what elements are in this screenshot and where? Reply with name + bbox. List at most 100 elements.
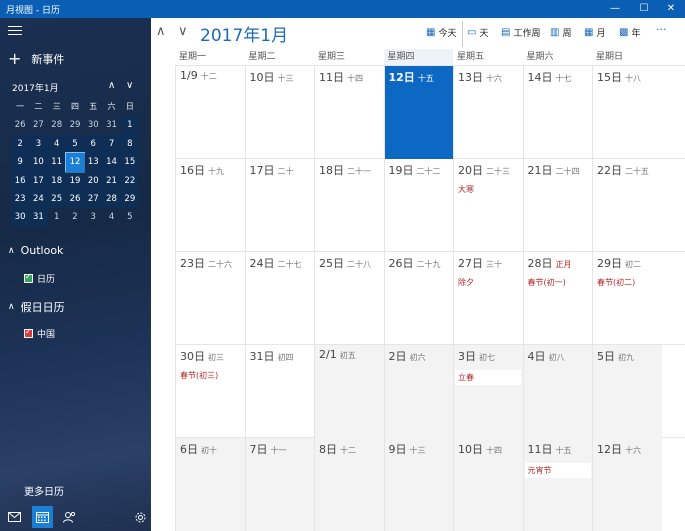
day-cell[interactable]: 8日 十二 (314, 438, 384, 531)
mini-day[interactable]: 28 (102, 189, 121, 209)
day-cell[interactable]: 5日 初九 (592, 345, 662, 438)
calendar-item-outlook[interactable]: 日历 (24, 272, 55, 285)
view-week-button[interactable]: ▥ 周 (550, 26, 571, 39)
mini-day-today[interactable]: 12 (64, 152, 86, 173)
mini-day[interactable]: 11 (47, 153, 66, 172)
day-cell[interactable]: 24日 二十七 (244, 252, 315, 345)
settings-gear-icon[interactable] (131, 506, 151, 528)
mini-day[interactable]: 10 (29, 153, 48, 172)
holiday-event[interactable]: 春节(初二) (597, 277, 658, 288)
mini-day[interactable]: 6 (84, 134, 103, 154)
day-cell[interactable]: 31日 初四 (244, 345, 315, 438)
mini-day[interactable]: 17 (29, 171, 48, 190)
day-cell[interactable]: 3日 初七 立春 (453, 345, 523, 438)
mail-icon[interactable] (4, 506, 24, 528)
view-workweek-button[interactable]: ▤ 工作周 (501, 26, 540, 39)
mini-day[interactable]: 23 (11, 189, 30, 209)
mini-day[interactable]: 1 (48, 208, 66, 226)
day-cell[interactable]: 18日 二十一 (314, 159, 384, 252)
mini-day[interactable]: 2 (66, 208, 84, 226)
holiday-event[interactable]: 春节(初三) (180, 370, 241, 381)
mini-day[interactable]: 4 (102, 208, 120, 226)
day-cell[interactable]: 17日 二十 (244, 159, 315, 252)
mini-calendar-month[interactable]: 2017年1月 (12, 84, 59, 94)
mini-day[interactable]: 26 (11, 116, 29, 134)
day-cell[interactable]: 1/9 十二 (175, 66, 245, 159)
day-cell[interactable]: 26日 二十九 (383, 252, 454, 345)
day-cell[interactable]: 20日 二十三 大寒 (453, 159, 523, 252)
mini-day[interactable]: 31 (102, 116, 120, 134)
hamburger-menu-icon[interactable] (8, 26, 22, 38)
day-cell[interactable]: 22日 二十五 (592, 159, 662, 252)
mini-day[interactable]: 9 (11, 153, 30, 172)
day-cell[interactable]: 27日 三十 除夕 (453, 252, 523, 345)
new-event-button[interactable]: + 新事件 (8, 50, 64, 68)
holiday-event[interactable]: 立春 (455, 370, 521, 385)
day-cell[interactable]: 25日 二十八 (314, 252, 384, 345)
day-cell[interactable]: 21日 二十四 (522, 159, 593, 252)
mini-day[interactable]: 20 (84, 171, 103, 190)
mini-day[interactable]: 27 (84, 189, 103, 209)
mini-day[interactable]: 3 (84, 208, 102, 226)
mini-day[interactable]: 26 (65, 189, 85, 209)
holiday-event[interactable]: 大寒 (458, 184, 519, 195)
mini-day[interactable]: 22 (120, 171, 139, 190)
mini-day[interactable]: 21 (102, 171, 121, 190)
mini-day[interactable]: 5 (65, 134, 85, 154)
day-cell[interactable]: 19日 二十二 (383, 159, 454, 252)
day-cell[interactable]: 23日 二十六 (175, 252, 245, 345)
day-cell[interactable]: 13日 十六 (453, 66, 523, 159)
mini-day[interactable]: 14 (102, 153, 121, 172)
view-day-button[interactable]: ▭ 天 (467, 26, 488, 39)
mini-day[interactable]: 24 (29, 189, 48, 209)
mini-day[interactable]: 1 (120, 116, 139, 135)
mini-day[interactable]: 29 (120, 189, 139, 209)
mini-prev-month-chevron-up-icon[interactable]: ∧ (108, 80, 115, 91)
calendar-item-china[interactable]: 中国 (24, 327, 55, 340)
mini-day[interactable]: 18 (47, 171, 66, 190)
day-cell[interactable]: 2日 初六 (383, 345, 453, 438)
more-options-icon[interactable]: ··· (656, 23, 667, 36)
people-icon[interactable] (59, 506, 79, 528)
day-cell[interactable]: 30日 初三 春节(初三) (175, 345, 245, 438)
day-cell[interactable]: 4日 初八 (522, 345, 592, 438)
mini-day[interactable]: 31 (29, 208, 48, 227)
next-month-chevron-down-icon[interactable]: ∨ (178, 24, 188, 39)
more-calendars-link[interactable]: 更多日历 (24, 483, 64, 498)
day-cell[interactable]: 10日 十三 (244, 66, 315, 159)
calendar-icon[interactable] (32, 506, 53, 528)
holiday-event[interactable]: 除夕 (458, 277, 519, 288)
mini-day[interactable]: 19 (65, 171, 85, 190)
holiday-event[interactable]: 春节(初一) (528, 277, 589, 288)
mini-day[interactable]: 27 (29, 116, 47, 134)
minimize-button[interactable]: — (601, 0, 629, 18)
day-cell[interactable]: 14日 十七 (522, 66, 593, 159)
mini-day[interactable]: 8 (120, 134, 139, 154)
close-button[interactable]: ✕ (657, 0, 685, 18)
today-button[interactable]: ▦ 今天 (426, 26, 456, 39)
mini-day[interactable]: 15 (120, 153, 139, 172)
view-month-button[interactable]: ▦ 月 (584, 26, 605, 39)
mini-day[interactable]: 5 (121, 208, 139, 226)
prev-month-chevron-up-icon[interactable]: ∧ (156, 24, 166, 39)
mini-next-month-chevron-down-icon[interactable]: ∨ (126, 80, 133, 91)
view-year-button[interactable]: ▩ 年 (619, 26, 640, 39)
day-cell[interactable]: 16日 十九 (175, 159, 245, 252)
maximize-button[interactable]: ☐ (630, 0, 658, 18)
day-cell[interactable]: 7日 十一 (244, 438, 314, 531)
mini-day[interactable]: 2 (11, 134, 30, 154)
day-cell[interactable]: 11日 十五 元宵节 (522, 438, 592, 531)
day-cell[interactable]: 2/1 初五 (314, 345, 384, 438)
mini-day[interactable]: 7 (102, 134, 121, 154)
day-cell[interactable]: 10日 十四 (453, 438, 523, 531)
holiday-event[interactable]: 元宵节 (524, 463, 591, 478)
day-cell[interactable]: 11日 十四 (314, 66, 384, 159)
mini-day[interactable]: 28 (48, 116, 66, 134)
mini-day[interactable]: 30 (11, 208, 30, 227)
day-cell[interactable]: 12日 十六 (592, 438, 662, 531)
day-cell-selected[interactable]: 12日 十五 (383, 66, 453, 159)
mini-day[interactable]: 3 (29, 134, 48, 154)
mini-day[interactable]: 16 (11, 171, 30, 190)
section-holiday[interactable]: ∧ 假日日历 (8, 299, 65, 315)
day-cell[interactable]: 29日 初二 春节(初二) (592, 252, 662, 345)
